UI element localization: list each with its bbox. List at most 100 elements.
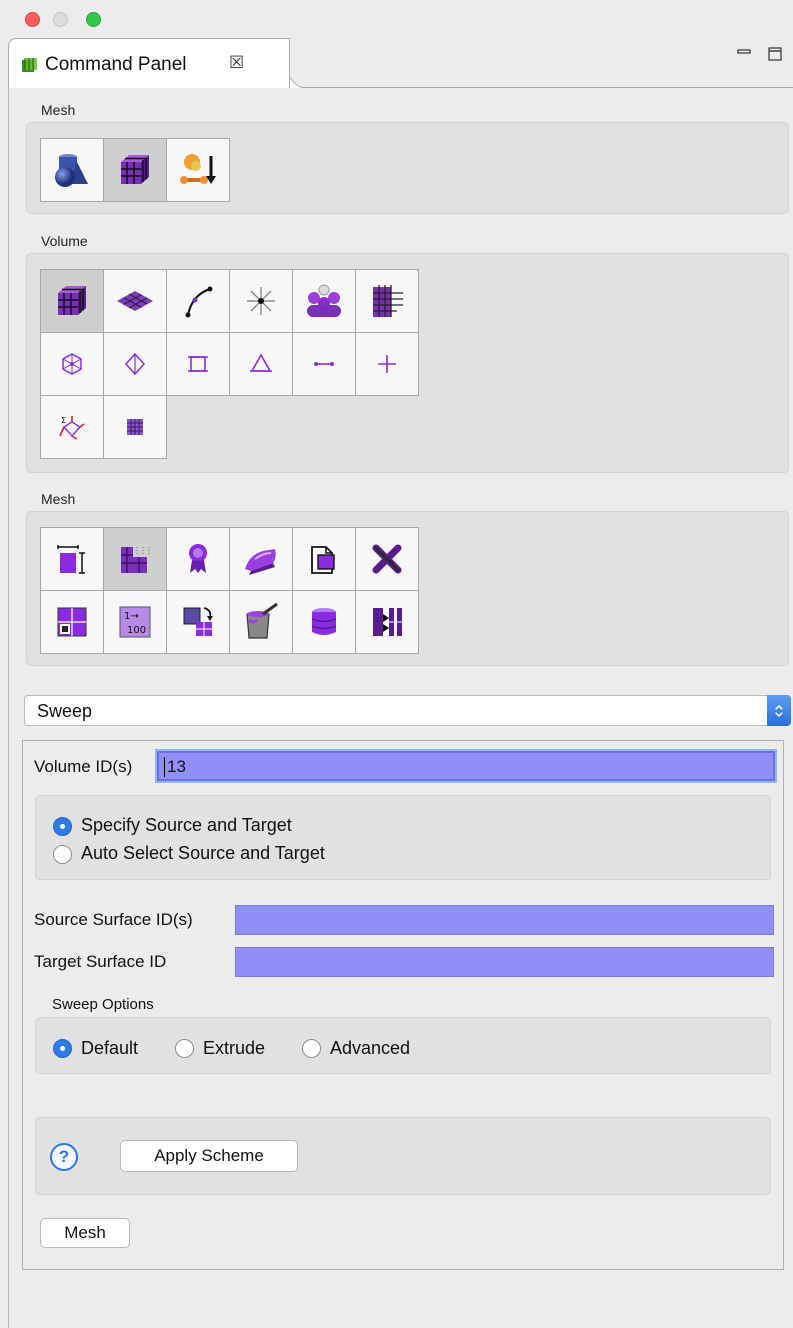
interval-icon xyxy=(57,545,85,574)
boundary-conditions-button[interactable] xyxy=(166,138,230,202)
target-surface-input[interactable] xyxy=(235,947,774,977)
curve-entity-button[interactable] xyxy=(166,269,230,333)
smooth-button[interactable] xyxy=(229,527,293,591)
refine-icon xyxy=(57,607,87,637)
scheme-select[interactable]: Sweep xyxy=(24,695,791,726)
tab-command-panel[interactable]: Command Panel ☒ xyxy=(8,38,290,90)
mesh-button[interactable] xyxy=(103,138,167,202)
interval-button[interactable] xyxy=(40,527,104,591)
node-entity-button[interactable] xyxy=(40,332,104,396)
copy-mesh-button[interactable] xyxy=(292,527,356,591)
layers-cylinder-icon xyxy=(311,608,337,635)
hex-grid-button[interactable] xyxy=(103,395,167,459)
surface-entity-button[interactable] xyxy=(103,269,167,333)
section-label-volume: Volume xyxy=(41,233,88,249)
specify-source-target-label[interactable]: Specify Source and Target xyxy=(81,815,292,836)
minimize-view-icon[interactable] xyxy=(737,46,751,58)
scheme-button[interactable] xyxy=(103,527,167,591)
curve-icon xyxy=(185,286,213,318)
convert-icon xyxy=(183,607,213,636)
volume-mesh-icon xyxy=(58,286,86,315)
renumber-button[interactable]: 1→ 100 xyxy=(103,590,167,654)
quad-node-button[interactable] xyxy=(166,332,230,396)
scheme-select-value: Sweep xyxy=(37,701,93,721)
tab-title: Command Panel xyxy=(45,54,187,75)
default-option-label[interactable]: Default xyxy=(81,1038,138,1059)
svg-text:100: 100 xyxy=(127,625,146,636)
advanced-option-radio[interactable] xyxy=(302,1039,321,1058)
scheme-icon xyxy=(121,547,150,573)
svg-text:1→: 1→ xyxy=(124,611,139,622)
vertex-entity-button[interactable] xyxy=(229,269,293,333)
extrude-option-radio[interactable] xyxy=(175,1039,194,1058)
minimize-window-button[interactable] xyxy=(53,12,68,27)
grid-entity-button[interactable] xyxy=(355,269,419,333)
node-icon xyxy=(62,353,82,375)
specify-source-target-radio[interactable] xyxy=(53,817,72,836)
quality-button[interactable] xyxy=(166,527,230,591)
volume-id-value: 13 xyxy=(167,757,186,776)
vertex-icon xyxy=(247,287,275,315)
paint-bucket-icon xyxy=(246,602,278,639)
source-surface-label: Source Surface ID(s) xyxy=(34,910,193,929)
advanced-option-label[interactable]: Advanced xyxy=(330,1038,410,1059)
section-label-mesh-top: Mesh xyxy=(41,102,76,118)
group-icon xyxy=(307,284,341,317)
edge-node-icon xyxy=(124,352,146,376)
extrude-option-label[interactable]: Extrude xyxy=(203,1038,265,1059)
source-surface-input[interactable] xyxy=(235,905,774,935)
svg-text:Σ: Σ xyxy=(61,416,66,425)
tab-close-icon[interactable]: ☒ xyxy=(229,53,244,73)
point-node-button[interactable] xyxy=(355,332,419,396)
window-title-bar xyxy=(0,0,793,36)
source-target-mode-group xyxy=(35,795,771,880)
apply-scheme-button[interactable]: Apply Scheme xyxy=(120,1140,298,1172)
paint-button[interactable] xyxy=(229,590,293,654)
geometry-shapes-icon xyxy=(55,154,88,187)
auto-select-source-target-radio[interactable] xyxy=(53,845,72,864)
volume-id-label: Volume ID(s) xyxy=(34,757,133,776)
chevron-updown-icon xyxy=(775,704,783,717)
split-button[interactable] xyxy=(355,590,419,654)
tri-node-icon xyxy=(250,353,272,372)
refine-button[interactable] xyxy=(40,590,104,654)
hex-grid-icon xyxy=(127,419,143,435)
default-option-radio[interactable] xyxy=(53,1039,72,1058)
close-window-button[interactable] xyxy=(25,12,40,27)
sum-vector-button[interactable]: Σ xyxy=(40,395,104,459)
cube-app-icon xyxy=(22,58,37,72)
mesh-operations-toolbar: 1→ 100 xyxy=(40,527,419,654)
quad-node-icon xyxy=(188,356,208,372)
smooth-iron-icon xyxy=(245,549,276,575)
quality-award-icon xyxy=(189,544,207,573)
delete-x-icon xyxy=(372,544,402,574)
tri-node-button[interactable] xyxy=(229,332,293,396)
bar-node-button[interactable] xyxy=(292,332,356,396)
renumber-icon: 1→ 100 xyxy=(119,606,151,638)
layers-button[interactable] xyxy=(292,590,356,654)
zoom-window-button[interactable] xyxy=(86,12,101,27)
split-icon xyxy=(373,608,402,636)
select-stepper-icon[interactable] xyxy=(767,695,791,726)
mesh-action-button[interactable]: Mesh xyxy=(40,1218,130,1248)
maximize-view-icon[interactable] xyxy=(768,47,782,61)
geometry-button[interactable] xyxy=(40,138,104,202)
auto-select-source-target-label[interactable]: Auto Select Source and Target xyxy=(81,843,325,864)
sweep-options-label: Sweep Options xyxy=(52,996,154,1013)
delete-mesh-button[interactable] xyxy=(355,527,419,591)
group-entity-button[interactable] xyxy=(292,269,356,333)
volume-entity-button[interactable] xyxy=(40,269,104,333)
mesh-mode-toolbar xyxy=(40,138,230,202)
copy-document-icon xyxy=(311,546,335,574)
target-surface-label: Target Surface ID xyxy=(34,952,167,971)
convert-button[interactable] xyxy=(166,590,230,654)
volume-id-input[interactable]: 13 xyxy=(155,749,777,783)
mesh-cube-icon xyxy=(121,155,149,184)
text-caret xyxy=(164,757,165,777)
boundary-condition-icon xyxy=(180,154,216,184)
grid-icon xyxy=(373,285,403,317)
surface-mesh-icon xyxy=(117,291,153,311)
help-icon[interactable]: ? xyxy=(50,1143,78,1171)
point-node-icon xyxy=(378,355,396,373)
edge-node-button[interactable] xyxy=(103,332,167,396)
